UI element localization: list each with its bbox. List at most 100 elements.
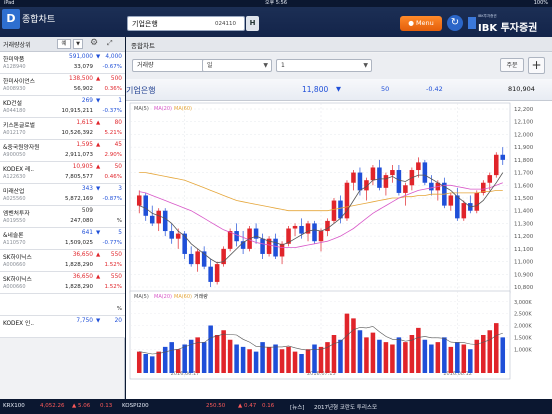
volume-tick-label: 1,500K xyxy=(514,335,532,341)
stock-volume: 5,872,169 xyxy=(65,196,93,202)
candle-body xyxy=(136,195,142,206)
stock-change: 3 xyxy=(118,186,122,192)
volume-bar xyxy=(416,327,421,373)
stock-list-item[interactable]: SK하이닉스 36,650 ▲ 550 A000660 1,828,290 1.52% xyxy=(0,272,125,294)
stock-list-item[interactable]: KD건설 269 ▼ 1 A044180 10,915,211 -0.37% xyxy=(0,96,125,118)
gear-icon[interactable]: ⚙ xyxy=(90,38,98,48)
stock-volume: 56,902 xyxy=(73,86,93,92)
stock-volume: 1,828,290 xyxy=(65,284,93,290)
stock-list-item[interactable]: 한미사이언스 138,500 ▲ 500 A008930 56,902 0.36% xyxy=(0,74,125,96)
chart-panel: 종합차트 거래량 ▼ 일 ▼ 1 ▼ 주문 + 기업은행 11,800 ▼ 50… xyxy=(126,37,552,399)
stock-list-item[interactable]: 미래산업 343 ▼ 3 A025560 5,872,169 -0.87% xyxy=(0,184,125,206)
price-tick-label: 11,200 xyxy=(514,234,534,240)
stock-list-item[interactable]: KODEX 레.. 10,905 ▲ 50 A122630 7,805,577 0.46% xyxy=(0,162,125,184)
stock-price: 269 xyxy=(81,98,93,104)
chevron-down-icon[interactable]: ▼ xyxy=(73,39,83,49)
ticker-news-label: [뉴스] xyxy=(290,405,305,411)
status-bar: iPad 오후 5:56 100% xyxy=(0,0,552,7)
price-legend-item: MA(60) xyxy=(174,106,192,112)
stock-list-item[interactable]: &네솔론 641 ▼ 5 A110570 1,509,025 -0.77% xyxy=(0,228,125,250)
summary-stock-name: 기업은행 xyxy=(126,86,156,95)
stock-rate: -0.67% xyxy=(102,64,122,70)
stock-list-item[interactable]: 한미약품 591,000 ▼ 4,000 A128940 33,079 -0.67% xyxy=(0,52,125,74)
stock-code: A110570 xyxy=(3,240,26,246)
screen-title: 종합차트 xyxy=(22,15,56,25)
volume-bar xyxy=(299,354,304,373)
refresh-icon[interactable]: ↻ xyxy=(447,15,463,31)
candle-body xyxy=(455,195,460,219)
add-button[interactable]: + xyxy=(528,57,545,74)
candle-body xyxy=(487,175,493,183)
stock-name: KODEX 인.. xyxy=(3,321,35,327)
expand-icon[interactable]: ⤢ xyxy=(107,39,113,48)
stock-code: A000660 xyxy=(3,262,26,268)
candle-body xyxy=(396,170,402,193)
price-tick-label: 12,200 xyxy=(514,107,534,113)
volume-tick-label: 2,000K xyxy=(514,324,532,330)
chart-panel-title: 종합차트 xyxy=(131,42,155,50)
app-root: iPad 오후 5:56 100% D 종합차트 기업은행 024110 H ●… xyxy=(0,0,552,414)
volume-bar xyxy=(455,342,460,373)
arrow-up-icon: ▲ xyxy=(96,142,101,148)
app-logo-icon[interactable]: D xyxy=(2,9,20,29)
price-tick-label: 11,600 xyxy=(514,183,534,189)
stock-list-item[interactable]: 키스톤글로벌 1,615 ▲ 80 A012170 10,526,392 5.21% xyxy=(0,118,125,140)
volume-bar xyxy=(175,349,181,373)
clock: 오후 5:56 xyxy=(264,0,288,6)
stock-change: 45 xyxy=(114,142,122,148)
candle-body xyxy=(416,162,421,171)
stock-change: 50 xyxy=(114,164,122,170)
stock-code: A128940 xyxy=(3,64,26,70)
stock-search-field[interactable]: 기업은행 024110 xyxy=(127,16,245,31)
stock-rate: 0.36% xyxy=(104,86,122,92)
price-tick-label: 12,100 xyxy=(514,120,534,126)
brand-logo: IBK투자증권 IBK 투자증권 xyxy=(468,14,550,34)
volume-bar xyxy=(331,335,337,373)
candle-body xyxy=(214,264,220,282)
count-select[interactable]: 1 ▼ xyxy=(276,59,372,72)
stock-list-item[interactable]: 엠벤처투자 509 A019550 247,080% xyxy=(0,206,125,228)
history-button[interactable]: H xyxy=(246,16,259,31)
stock-code: A019550 xyxy=(3,218,26,224)
stock-rate: 1.52% xyxy=(104,284,122,290)
volume-bar xyxy=(240,346,246,373)
stock-rate: -0.87% xyxy=(102,196,122,202)
stock-list-item[interactable]: KODEX 인.. 7,750 ▼ 20 xyxy=(0,316,125,338)
stock-code: A008930 xyxy=(3,86,26,92)
stock-code: A000660 xyxy=(3,284,26,290)
stock-rate: -0.37% xyxy=(102,108,122,114)
summary-change: 50 xyxy=(381,85,390,93)
battery-label: 100% xyxy=(533,0,548,6)
summary-rate: -0.42 xyxy=(426,85,443,93)
chart-controls: 거래량 ▼ 일 ▼ 1 ▼ 주문 + xyxy=(126,53,552,79)
volume-bar xyxy=(156,351,161,373)
stock-search-code: 024110 xyxy=(215,21,236,27)
summary-volume: 810,904 xyxy=(508,85,535,93)
candle-body xyxy=(461,203,467,219)
watchlist-sort-select[interactable]: 예 xyxy=(57,39,71,49)
candle-body xyxy=(331,200,337,221)
menu-button[interactable]: ● Menu xyxy=(400,16,442,31)
candle-body xyxy=(208,266,213,282)
volume-bar xyxy=(169,342,174,373)
chevron-down-icon: ▼ xyxy=(363,62,368,69)
stock-search-name: 기업은행 xyxy=(132,20,158,28)
volume-bar xyxy=(481,335,486,373)
stock-name: &네솔론 xyxy=(3,233,24,239)
stock-rate: 1.52% xyxy=(104,262,122,268)
stock-rate: % xyxy=(116,218,122,224)
stock-code: A012170 xyxy=(3,130,26,136)
volume-bar xyxy=(448,346,454,373)
candlestick-chart[interactable]: 12,200 12,100 12,000 11,900 11,800 11,700 11,6… xyxy=(126,101,552,399)
stock-list-item[interactable]: &중국원양자원 1,595 ▲ 45 A900050 2,911,073 2.90% xyxy=(0,140,125,162)
stock-list-item[interactable]: SK하이닉스 36,650 ▲ 550 A000660 1,828,290 1.52% xyxy=(0,250,125,272)
chart-area[interactable]: 12,200 12,100 12,000 11,900 11,800 11,700 11,6… xyxy=(126,101,552,399)
stock-list-item[interactable]: % xyxy=(0,294,125,316)
period-select[interactable]: 일 ▼ xyxy=(202,59,272,72)
order-button[interactable]: 주문 xyxy=(500,58,524,72)
ticker-news-text[interactable]: 2017년형 코란도 투리스모 xyxy=(314,403,377,411)
volume-bar xyxy=(279,349,285,373)
candle-body xyxy=(292,225,298,229)
stock-volume: 33,079 xyxy=(73,64,93,70)
candle-body xyxy=(448,195,454,206)
